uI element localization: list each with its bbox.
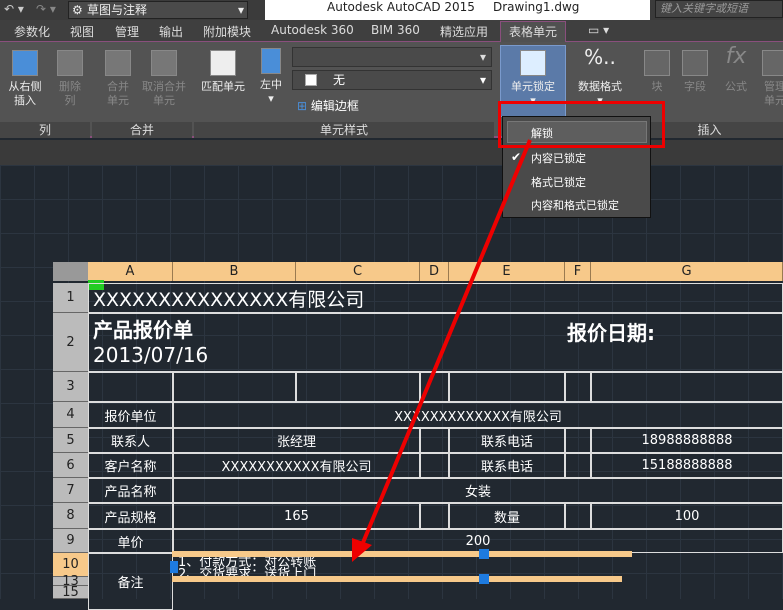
annotation-arrow [352,139,532,562]
